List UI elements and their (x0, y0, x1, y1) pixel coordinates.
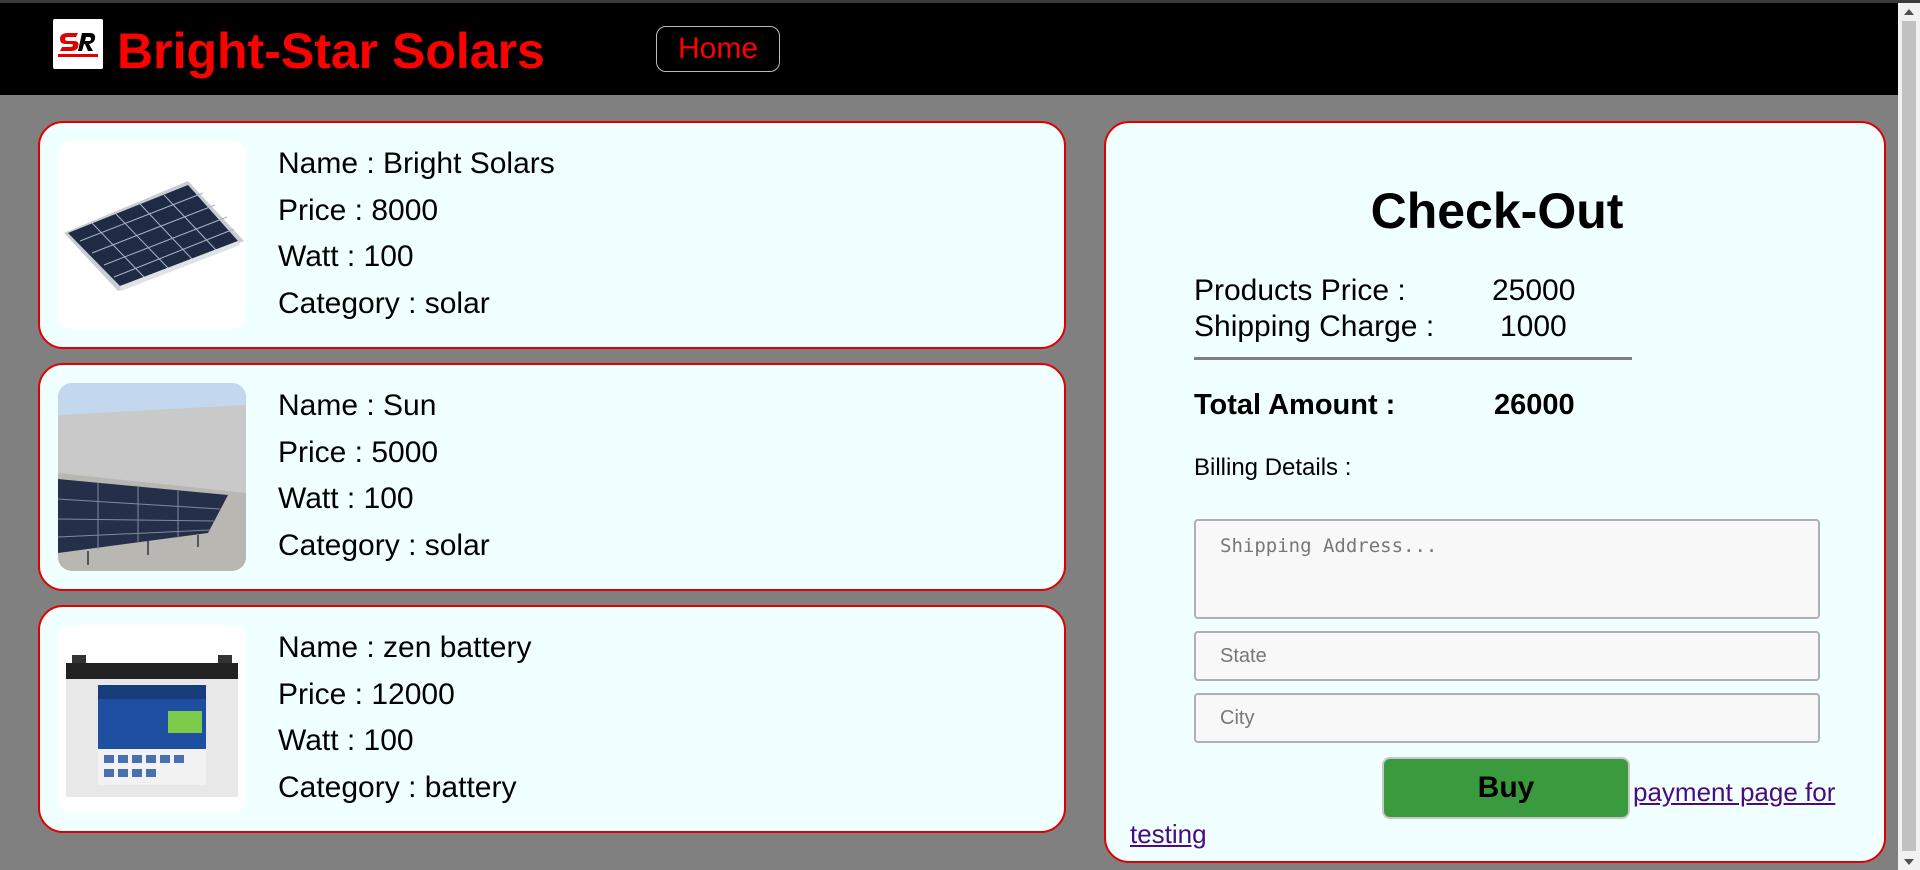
products-price-value: 25000 (1492, 274, 1576, 307)
battery-image (58, 625, 246, 813)
scroll-down-arrow-icon[interactable] (1898, 853, 1920, 870)
billing-details-label: Billing Details : (1194, 454, 1352, 481)
product-watt: Watt : 100 (278, 724, 414, 757)
product-category: Category : solar (278, 286, 490, 320)
scroll-up-arrow-icon[interactable] (1898, 3, 1920, 20)
total-amount-value: 26000 (1494, 389, 1575, 421)
product-info: Name : Bright Solars Price : 8000 Watt :… (278, 141, 555, 327)
product-info: Name : Sun Price : 5000 Watt : 100 Categ… (278, 383, 490, 569)
payment-page-link-continued[interactable]: testing (1130, 819, 1207, 849)
brand-name[interactable]: Bright-Star Solars (117, 21, 545, 81)
product-category: Category : battery (278, 770, 517, 804)
product-category: Category : solar (278, 528, 490, 562)
home-button[interactable]: Home (656, 26, 780, 72)
shipping-charge-row: Shipping Charge : 1000 (1194, 309, 1567, 345)
sr-logo-icon (58, 33, 98, 57)
state-field[interactable] (1194, 631, 1820, 681)
rooftop-solar-image (58, 383, 246, 571)
total-amount-row: Total Amount : 26000 (1194, 387, 1575, 423)
brand-logo[interactable] (53, 19, 103, 69)
scrollbar-thumb[interactable] (1902, 21, 1916, 851)
total-amount-label: Total Amount : (1194, 389, 1396, 421)
product-watt: Watt : 100 (278, 240, 414, 273)
product-card: Name : zen battery Price : 12000 Watt : … (38, 605, 1066, 833)
product-price: Price : 8000 (278, 193, 439, 227)
shipping-address-field[interactable] (1194, 519, 1820, 619)
product-info: Name : zen battery Price : 12000 Watt : … (278, 625, 531, 811)
products-price-row: Products Price : 25000 (1194, 273, 1575, 309)
product-watt: Watt : 100 (278, 482, 414, 515)
product-price: Price : 12000 (278, 677, 455, 711)
product-name: Name : zen battery (278, 631, 532, 664)
vertical-scrollbar[interactable] (1898, 3, 1920, 870)
product-card: Name : Sun Price : 5000 Watt : 100 Categ… (38, 363, 1066, 591)
payment-page-link[interactable]: payment page for (1633, 777, 1835, 807)
product-price: Price : 5000 (278, 435, 439, 469)
products-price-label: Products Price : (1194, 274, 1406, 307)
buy-button[interactable]: Buy (1382, 757, 1630, 819)
city-field[interactable] (1194, 693, 1820, 743)
solar-panel-image (58, 141, 246, 329)
checkout-title: Check-Out (1370, 183, 1624, 239)
shipping-charge-value: 1000 (1500, 310, 1567, 343)
navbar: Bright-Star Solars Home (0, 3, 1898, 95)
shipping-charge-label: Shipping Charge : (1194, 310, 1435, 343)
product-name: Name : Bright Solars (278, 147, 555, 180)
product-card: Name : Bright Solars Price : 8000 Watt :… (38, 121, 1066, 349)
price-divider (1194, 357, 1632, 360)
checkout-panel: Check-Out Products Price : 25000 Shippin… (1104, 121, 1886, 863)
product-name: Name : Sun (278, 389, 437, 422)
